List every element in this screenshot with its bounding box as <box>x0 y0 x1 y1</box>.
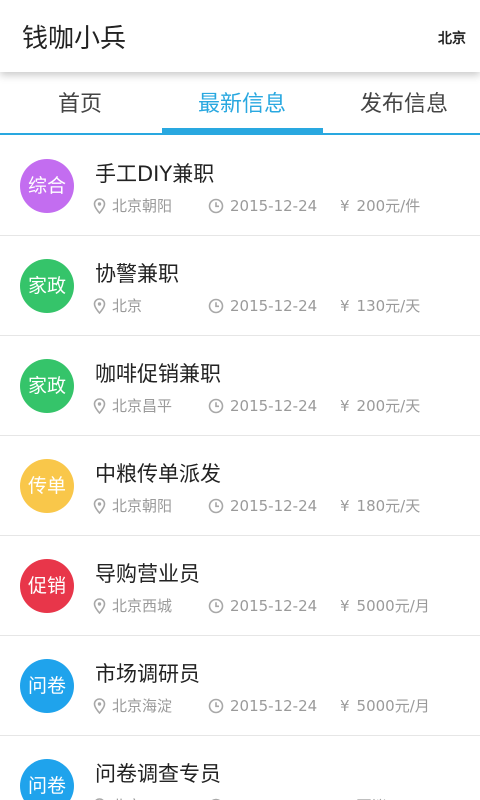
tab-latest[interactable]: 最新信息 <box>162 78 322 132</box>
job-list: 综合 手工DIY兼职 北京朝阳 2015-12-24 ¥200元/件 家政 协警… <box>0 136 480 800</box>
job-title: 导购营业员 <box>95 562 200 586</box>
tab-bar: 首页 最新信息 发布信息 <box>0 78 480 136</box>
tab-divider <box>0 133 480 135</box>
job-location: 北京朝阳 <box>93 497 172 515</box>
pay-text: 180元/天 <box>356 497 421 515</box>
job-title: 中粮传单派发 <box>95 462 221 486</box>
job-pay: ¥130元/天 <box>340 297 420 315</box>
yen-icon: ¥ <box>340 197 350 215</box>
yen-icon: ¥ <box>340 397 350 415</box>
location-pin-icon <box>93 498 106 515</box>
date-text: 2015-12-24 <box>230 497 318 515</box>
pay-text: 130元/天 <box>356 297 421 315</box>
location-pin-icon <box>93 398 106 415</box>
job-date: 2015-12-24 <box>208 197 317 215</box>
location-pin-icon <box>93 598 106 615</box>
job-pay: ¥5000元/月 <box>340 697 430 715</box>
job-list-item[interactable]: 家政 协警兼职 北京 2015-12-24 ¥130元/天 <box>0 236 480 336</box>
job-list-item[interactable]: 促销 导购营业员 北京西城 2015-12-24 ¥5000元/月 <box>0 536 480 636</box>
location-pin-icon <box>93 298 106 315</box>
location-text: 北京朝阳 <box>112 497 173 515</box>
job-location: 北京西城 <box>93 597 172 615</box>
job-pay: ¥200元/件 <box>340 197 420 215</box>
location-pin-icon <box>93 698 106 715</box>
location-text: 北京 <box>112 297 143 315</box>
category-badge: 问卷 <box>20 759 74 800</box>
job-title: 手工DIY兼职 <box>95 162 215 186</box>
job-list-item[interactable]: 家政 咖啡促销兼职 北京昌平 2015-12-24 ¥200元/天 <box>0 336 480 436</box>
pay-text: 5000元/月 <box>356 597 430 615</box>
yen-icon: ¥ <box>340 497 350 515</box>
job-date: 2015-12-24 <box>208 497 317 515</box>
date-text: 2015-12-24 <box>230 697 318 715</box>
yen-icon: ¥ <box>340 697 350 715</box>
date-text: 2015-12-24 <box>230 597 318 615</box>
city-selector[interactable]: 北京 <box>438 28 466 48</box>
job-list-item[interactable]: 问卷 问卷调查专员 北京 2015-12-27 ¥面议 <box>0 736 480 800</box>
location-pin-icon <box>93 198 106 215</box>
category-badge: 促销 <box>20 559 74 613</box>
app-bar: 钱咖小兵 北京 <box>0 0 480 72</box>
date-text: 2015-12-24 <box>230 197 318 215</box>
clock-icon <box>208 298 224 314</box>
job-date: 2015-12-24 <box>208 597 317 615</box>
location-text: 北京昌平 <box>112 397 173 415</box>
job-list-item[interactable]: 综合 手工DIY兼职 北京朝阳 2015-12-24 ¥200元/件 <box>0 136 480 236</box>
category-badge: 家政 <box>20 259 74 313</box>
job-pay: ¥5000元/月 <box>340 597 430 615</box>
job-title: 市场调研员 <box>95 662 200 686</box>
tab-home[interactable]: 首页 <box>0 78 160 132</box>
location-text: 北京西城 <box>112 597 173 615</box>
job-title: 咖啡促销兼职 <box>95 362 221 386</box>
category-badge: 家政 <box>20 359 74 413</box>
job-location: 北京海淀 <box>93 697 172 715</box>
job-pay: ¥200元/天 <box>340 397 420 415</box>
clock-icon <box>208 598 224 614</box>
yen-icon: ¥ <box>340 297 350 315</box>
job-location: 北京昌平 <box>93 397 172 415</box>
date-text: 2015-12-24 <box>230 297 318 315</box>
date-text: 2015-12-24 <box>230 397 318 415</box>
clock-icon <box>208 198 224 214</box>
app-title: 钱咖小兵 <box>22 24 127 54</box>
tab-publish[interactable]: 发布信息 <box>324 78 480 132</box>
job-location: 北京 <box>93 297 142 315</box>
location-text: 北京海淀 <box>112 697 173 715</box>
category-badge: 问卷 <box>20 659 74 713</box>
clock-icon <box>208 398 224 414</box>
yen-icon: ¥ <box>340 597 350 615</box>
location-text: 北京朝阳 <box>112 197 173 215</box>
pay-text: 200元/件 <box>356 197 421 215</box>
job-title: 协警兼职 <box>95 262 179 286</box>
job-list-item[interactable]: 问卷 市场调研员 北京海淀 2015-12-24 ¥5000元/月 <box>0 636 480 736</box>
job-title: 问卷调查专员 <box>95 762 221 786</box>
job-pay: ¥180元/天 <box>340 497 420 515</box>
category-badge: 传单 <box>20 459 74 513</box>
job-date: 2015-12-24 <box>208 397 317 415</box>
job-list-item[interactable]: 传单 中粮传单派发 北京朝阳 2015-12-24 ¥180元/天 <box>0 436 480 536</box>
job-date: 2015-12-24 <box>208 297 317 315</box>
job-date: 2015-12-24 <box>208 697 317 715</box>
pay-text: 5000元/月 <box>356 697 430 715</box>
job-location: 北京朝阳 <box>93 197 172 215</box>
pay-text: 200元/天 <box>356 397 421 415</box>
clock-icon <box>208 498 224 514</box>
category-badge: 综合 <box>20 159 74 213</box>
clock-icon <box>208 698 224 714</box>
